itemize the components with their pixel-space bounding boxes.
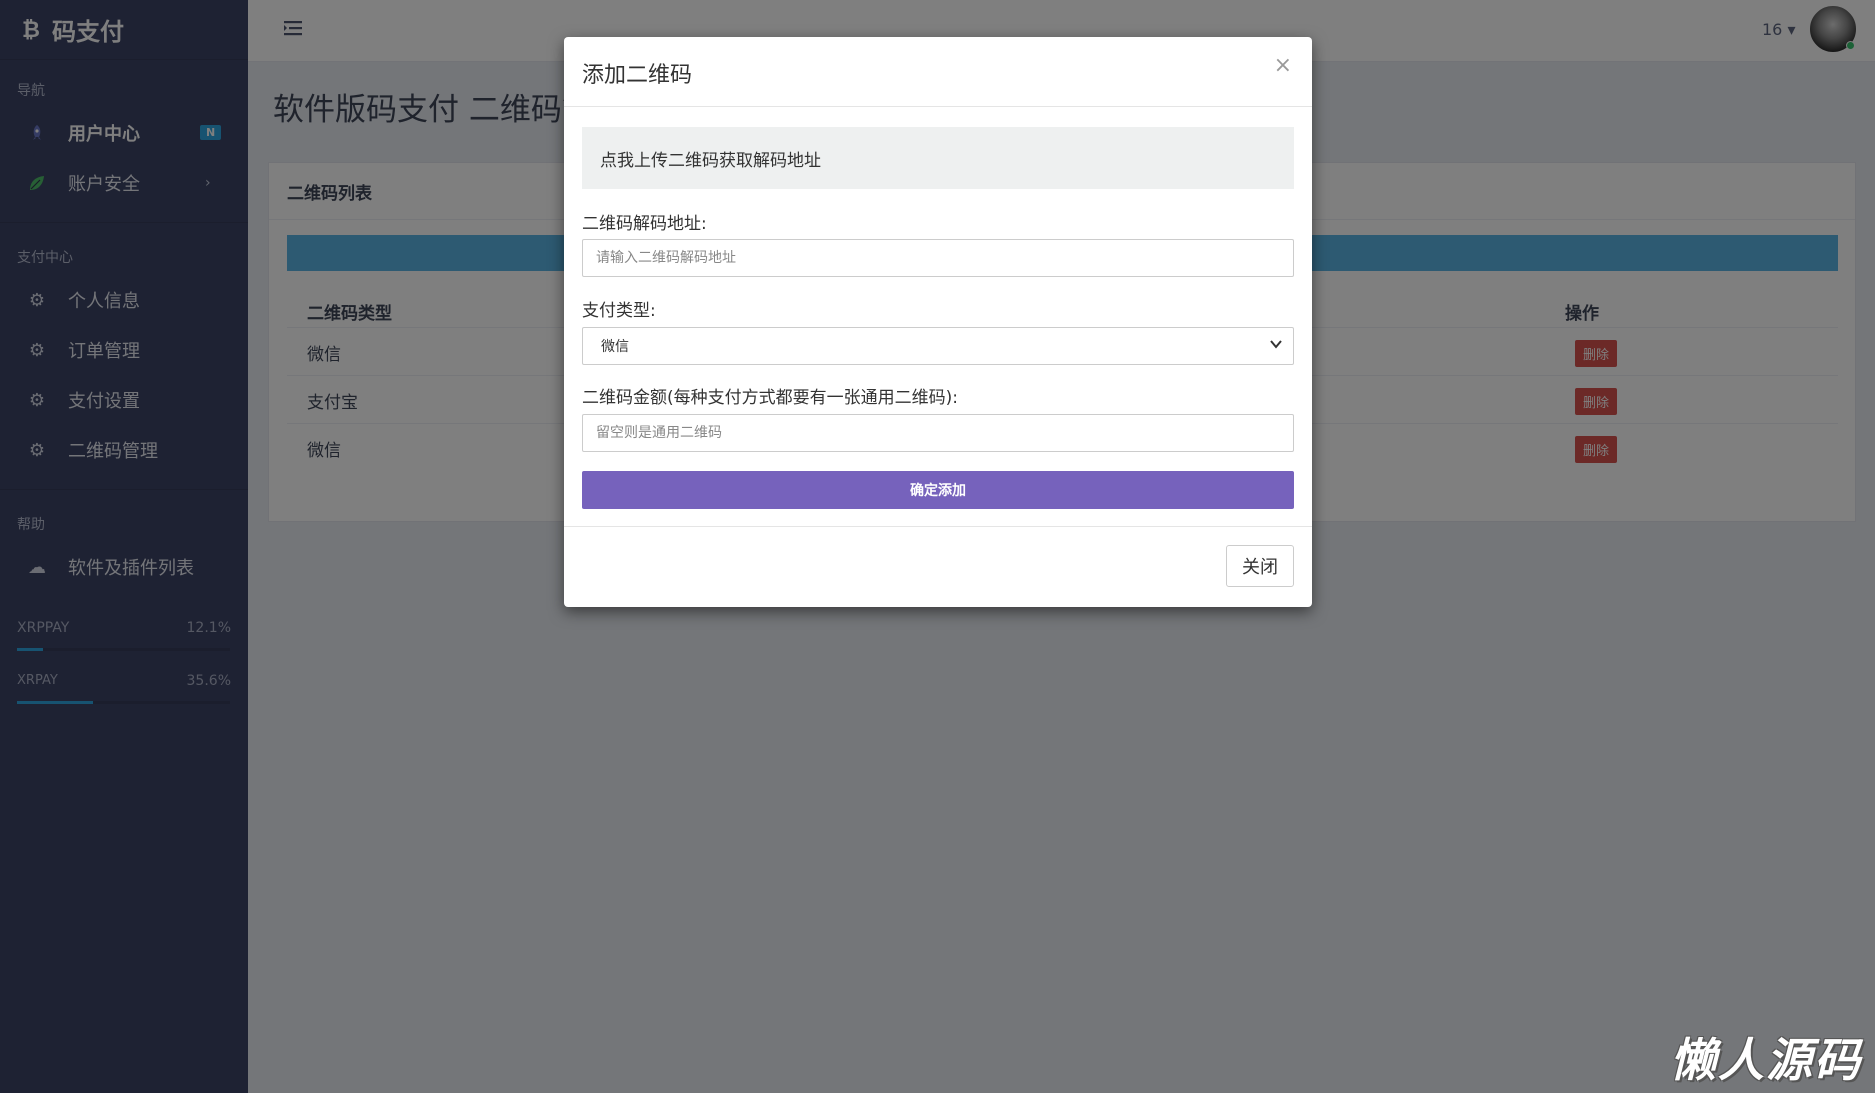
amount-label: 二维码金额(每种支付方式都要有一张通用二维码): xyxy=(582,388,958,408)
pay-type-value: 微信 xyxy=(601,339,629,355)
close-button[interactable]: 关闭 xyxy=(1226,545,1294,587)
chevron-down-icon xyxy=(1269,336,1283,355)
amount-input[interactable] xyxy=(582,414,1294,452)
decode-url-input[interactable] xyxy=(582,239,1294,277)
modal-header: 添加二维码 × xyxy=(564,37,1312,107)
close-icon[interactable]: × xyxy=(1274,53,1292,78)
add-qrcode-modal: 添加二维码 × 点我上传二维码获取解码地址 二维码解码地址: 支付类型: 微信 … xyxy=(564,37,1312,607)
decode-url-label: 二维码解码地址: xyxy=(582,214,707,234)
modal-title: 添加二维码 xyxy=(582,63,693,88)
pay-type-label: 支付类型: xyxy=(582,301,656,321)
confirm-add-button[interactable]: 确定添加 xyxy=(582,471,1294,509)
watermark-logo: 懒人源码 xyxy=(1670,1033,1862,1087)
upload-qrcode-button[interactable]: 点我上传二维码获取解码地址 xyxy=(582,127,1294,189)
modal-footer-divider xyxy=(564,526,1312,527)
pay-type-select[interactable]: 微信 xyxy=(582,327,1294,365)
